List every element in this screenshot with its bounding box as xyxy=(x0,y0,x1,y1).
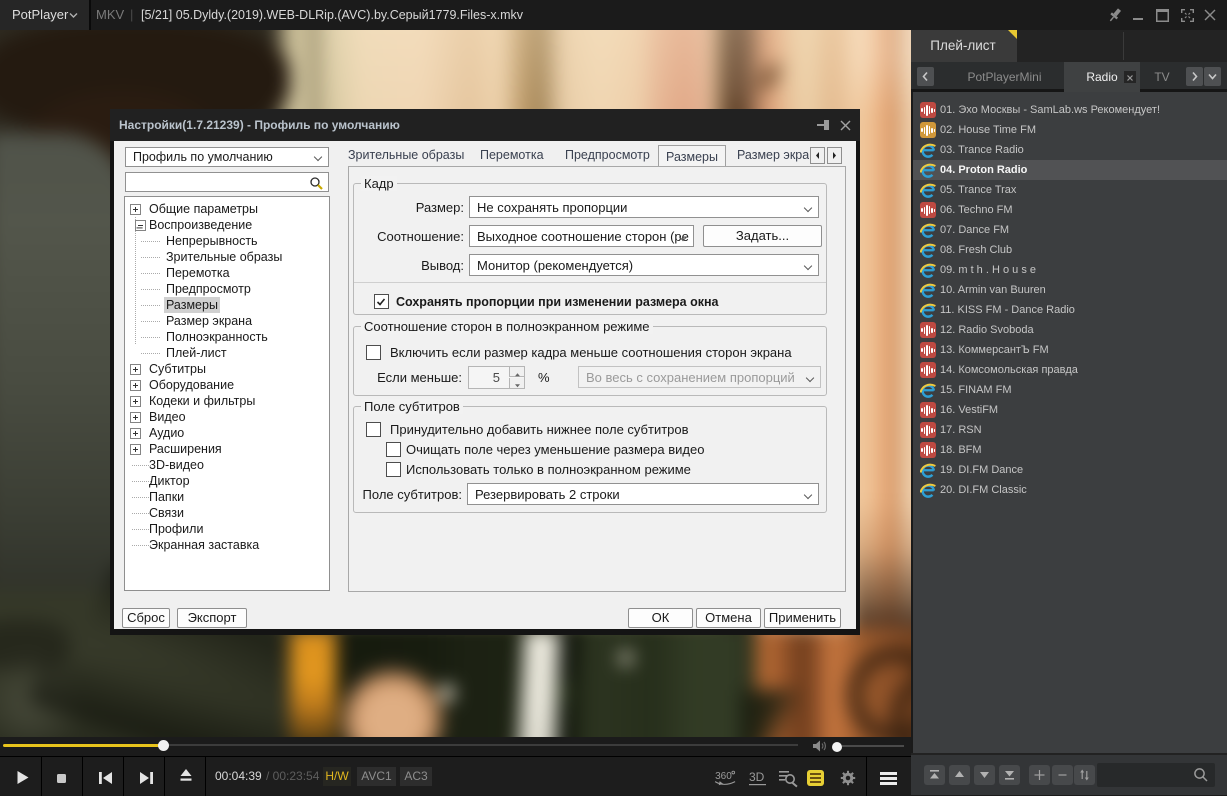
svg-text:3D: 3D xyxy=(749,770,765,784)
svg-text:360: 360 xyxy=(715,771,732,782)
